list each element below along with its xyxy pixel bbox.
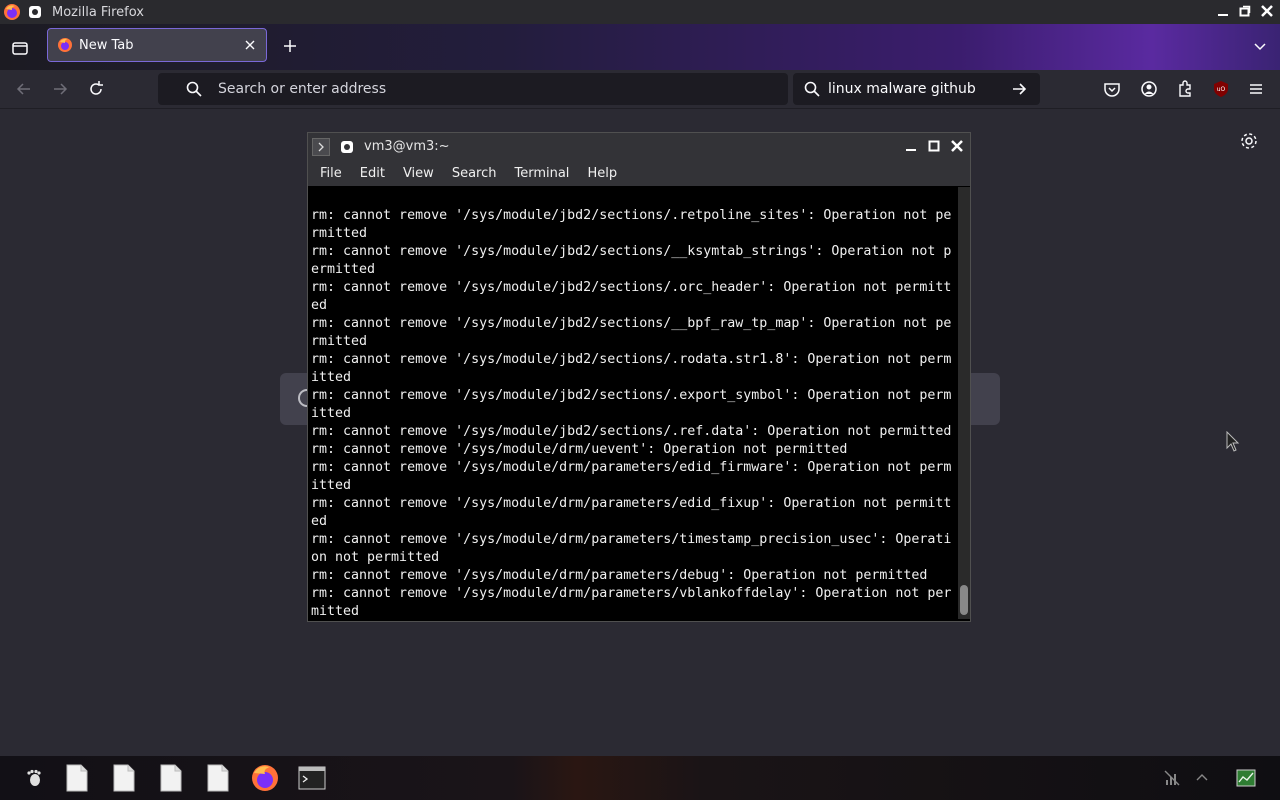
- tab-close-icon[interactable]: [240, 35, 260, 55]
- tab-strip: New Tab: [0, 24, 1280, 70]
- menu-help[interactable]: Help: [587, 166, 617, 181]
- terminal-icon[interactable]: [297, 763, 327, 793]
- terminal-line: mitted: [311, 604, 360, 619]
- tab-label: New Tab: [79, 37, 134, 53]
- terminal-line: itted: [311, 478, 352, 493]
- search-icon: [804, 81, 820, 97]
- go-arrow-icon[interactable]: [1010, 80, 1028, 98]
- terminal-line: ed: [311, 298, 328, 313]
- terminal-line: rm: cannot remove '/sys/module/jbd2/sect…: [311, 388, 952, 403]
- firefox-favicon-icon: [58, 38, 72, 52]
- address-input[interactable]: [216, 80, 740, 98]
- search-query[interactable]: linux malware github: [828, 81, 1010, 97]
- terminal-title: vm3@vm3:~: [364, 139, 450, 154]
- new-tab-plus-icon[interactable]: [280, 36, 300, 56]
- terminal-line: ermitted: [311, 262, 376, 277]
- terminal-menubar: File Edit View Search Terminal Help: [308, 160, 970, 186]
- account-icon[interactable]: [1139, 79, 1159, 99]
- mouse-cursor-icon: [1226, 431, 1240, 452]
- terminal-line: on not permitted: [311, 550, 440, 565]
- menu-search[interactable]: Search: [452, 166, 497, 181]
- terminal-line: rm: cannot remove '/sys/module/drm/param…: [311, 496, 952, 511]
- maximize-icon[interactable]: [1236, 2, 1254, 20]
- terminal-output[interactable]: rm: cannot remove '/sys/module/jbd2/sect…: [311, 189, 954, 621]
- pin-icon[interactable]: [28, 5, 42, 19]
- menu-file[interactable]: File: [320, 166, 342, 181]
- network-disabled-icon[interactable]: [1162, 768, 1182, 788]
- close-icon[interactable]: [948, 137, 966, 155]
- gnome-foot-icon[interactable]: [19, 763, 49, 793]
- nav-toolbar: linux malware github uO: [0, 70, 1280, 109]
- file-icon[interactable]: [203, 763, 233, 793]
- chevron-up-icon[interactable]: [1192, 768, 1212, 788]
- terminal-line: rmitted: [311, 226, 368, 241]
- menu-terminal[interactable]: Terminal: [514, 166, 569, 181]
- minimize-icon[interactable]: [902, 137, 920, 155]
- ublock-badge: uO: [1216, 85, 1226, 93]
- file-icon[interactable]: [109, 763, 139, 793]
- terminal-line: rm: cannot remove '/sys/module/jbd2/sect…: [311, 424, 952, 439]
- tab-new-tab[interactable]: New Tab: [47, 28, 267, 62]
- taskbar: [0, 756, 1280, 800]
- close-icon[interactable]: [1258, 2, 1276, 20]
- window-title: Mozilla Firefox: [52, 4, 144, 20]
- firefox-view-icon[interactable]: [10, 38, 30, 58]
- hamburger-menu-icon[interactable]: [1246, 79, 1266, 99]
- menu-edit[interactable]: Edit: [360, 166, 385, 181]
- gear-icon[interactable]: [1239, 131, 1259, 151]
- reload-icon[interactable]: [86, 79, 106, 99]
- terminal-scrollbar[interactable]: [958, 187, 970, 619]
- terminal-line: rm: cannot remove '/sys/module/drm/param…: [311, 532, 952, 547]
- terminal-line: itted: [311, 406, 352, 421]
- file-icon[interactable]: [62, 763, 92, 793]
- chevron-down-icon[interactable]: [1250, 36, 1270, 56]
- pin-icon[interactable]: [340, 140, 354, 154]
- terminal-line: rm: cannot remove '/sys/module/drm/param…: [311, 460, 952, 475]
- ublock-origin-icon[interactable]: uO: [1211, 79, 1231, 99]
- file-icon[interactable]: [156, 763, 186, 793]
- address-bar[interactable]: [158, 73, 788, 105]
- terminal-line: ed: [311, 514, 328, 529]
- extensions-puzzle-icon[interactable]: [1175, 79, 1195, 99]
- firefox-icon[interactable]: [250, 763, 280, 793]
- minimize-icon[interactable]: [1214, 2, 1232, 20]
- terminal-line: itted: [311, 370, 352, 385]
- terminal-line: rm: cannot remove '/sys/module/jbd2/sect…: [311, 244, 952, 259]
- back-arrow-icon[interactable]: [14, 79, 34, 99]
- terminal-line: rm: cannot remove '/sys/module/drm/param…: [311, 568, 928, 583]
- window-titlebar: Mozilla Firefox: [0, 0, 1280, 24]
- terminal-window[interactable]: vm3@vm3:~ File Edit View Search Terminal…: [307, 132, 971, 622]
- maximize-icon[interactable]: [925, 137, 943, 155]
- scrollbar-thumb[interactable]: [960, 585, 968, 615]
- terminal-titlebar[interactable]: vm3@vm3:~: [308, 133, 970, 160]
- search-bar[interactable]: linux malware github: [793, 73, 1040, 105]
- system-monitor-icon[interactable]: [1236, 768, 1256, 788]
- menu-view[interactable]: View: [403, 166, 434, 181]
- terminal-line: rm: cannot remove '/sys/module/jbd2/sect…: [311, 208, 952, 223]
- terminal-line: rm: cannot remove '/sys/module/drm/param…: [311, 586, 952, 601]
- forward-arrow-icon[interactable]: [50, 79, 70, 99]
- search-icon: [186, 81, 202, 97]
- firefox-logo-icon: [4, 4, 20, 20]
- pocket-icon[interactable]: [1102, 79, 1122, 99]
- terminal-line: rm: cannot remove '/sys/module/drm/ueven…: [311, 442, 848, 457]
- terminal-line: rmitted: [311, 334, 368, 349]
- terminal-line: rm: cannot remove '/sys/module/jbd2/sect…: [311, 352, 952, 367]
- terminal-line: rm: cannot remove '/sys/module/jbd2/sect…: [311, 280, 952, 295]
- chevron-right-icon[interactable]: [312, 137, 330, 156]
- terminal-line: rm: cannot remove '/sys/module/jbd2/sect…: [311, 316, 952, 331]
